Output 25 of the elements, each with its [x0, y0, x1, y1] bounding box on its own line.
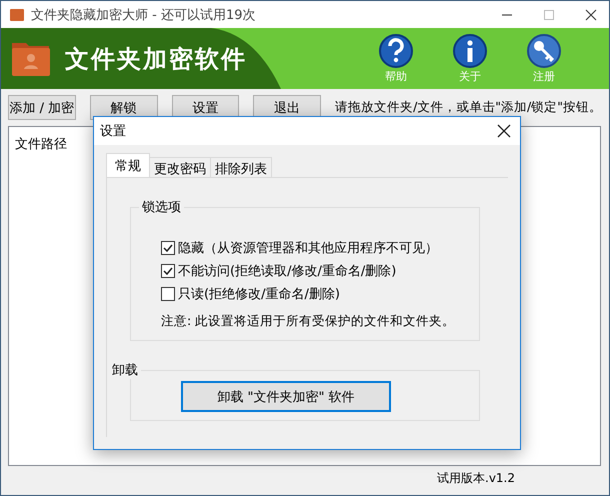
group-title: 锁选项	[141, 199, 182, 216]
dialog-title: 设置	[100, 123, 126, 140]
checkbox[interactable]	[161, 241, 175, 255]
checkbox-label: 隐藏（从资源管理器和其他应用程序不可见）	[178, 240, 438, 257]
version-text: 试用版本.v1.2	[437, 470, 515, 486]
checkbox[interactable]	[161, 287, 175, 301]
key-icon	[526, 33, 562, 69]
app-title: 文件夹加密软件	[65, 42, 248, 74]
checkbox-label: 不能访问(拒绝读取/修改/重命名/删除)	[178, 263, 396, 280]
checkbox-label: 只读(拒绝修改/重命名/删除)	[178, 286, 340, 303]
tab[interactable]: 排除列表	[210, 157, 272, 177]
group-title: 卸载	[111, 362, 139, 379]
column-header: 文件路径	[15, 137, 67, 152]
toolbar-button[interactable]: 添加 / 加密	[8, 95, 76, 120]
note-text: 注意: 此设置将适用于所有受保护的文件和文件夹。	[161, 313, 456, 330]
tab[interactable]: 常规	[106, 153, 150, 177]
checkbox[interactable]	[161, 264, 175, 278]
close-icon[interactable]	[585, 8, 597, 20]
tab[interactable]: 更改密码	[149, 157, 211, 177]
help-icon	[378, 33, 414, 69]
uninstall-button[interactable]: 卸载 "文件夹加密" 软件	[181, 381, 391, 412]
hint-text: 请拖放文件夹/文件，或单击"添加/锁定"按钮。	[335, 99, 602, 116]
info-icon	[452, 33, 488, 69]
window-title: 文件夹隐藏加密大师 - 还可以试用19次	[31, 6, 256, 24]
close-icon[interactable]	[496, 123, 512, 139]
